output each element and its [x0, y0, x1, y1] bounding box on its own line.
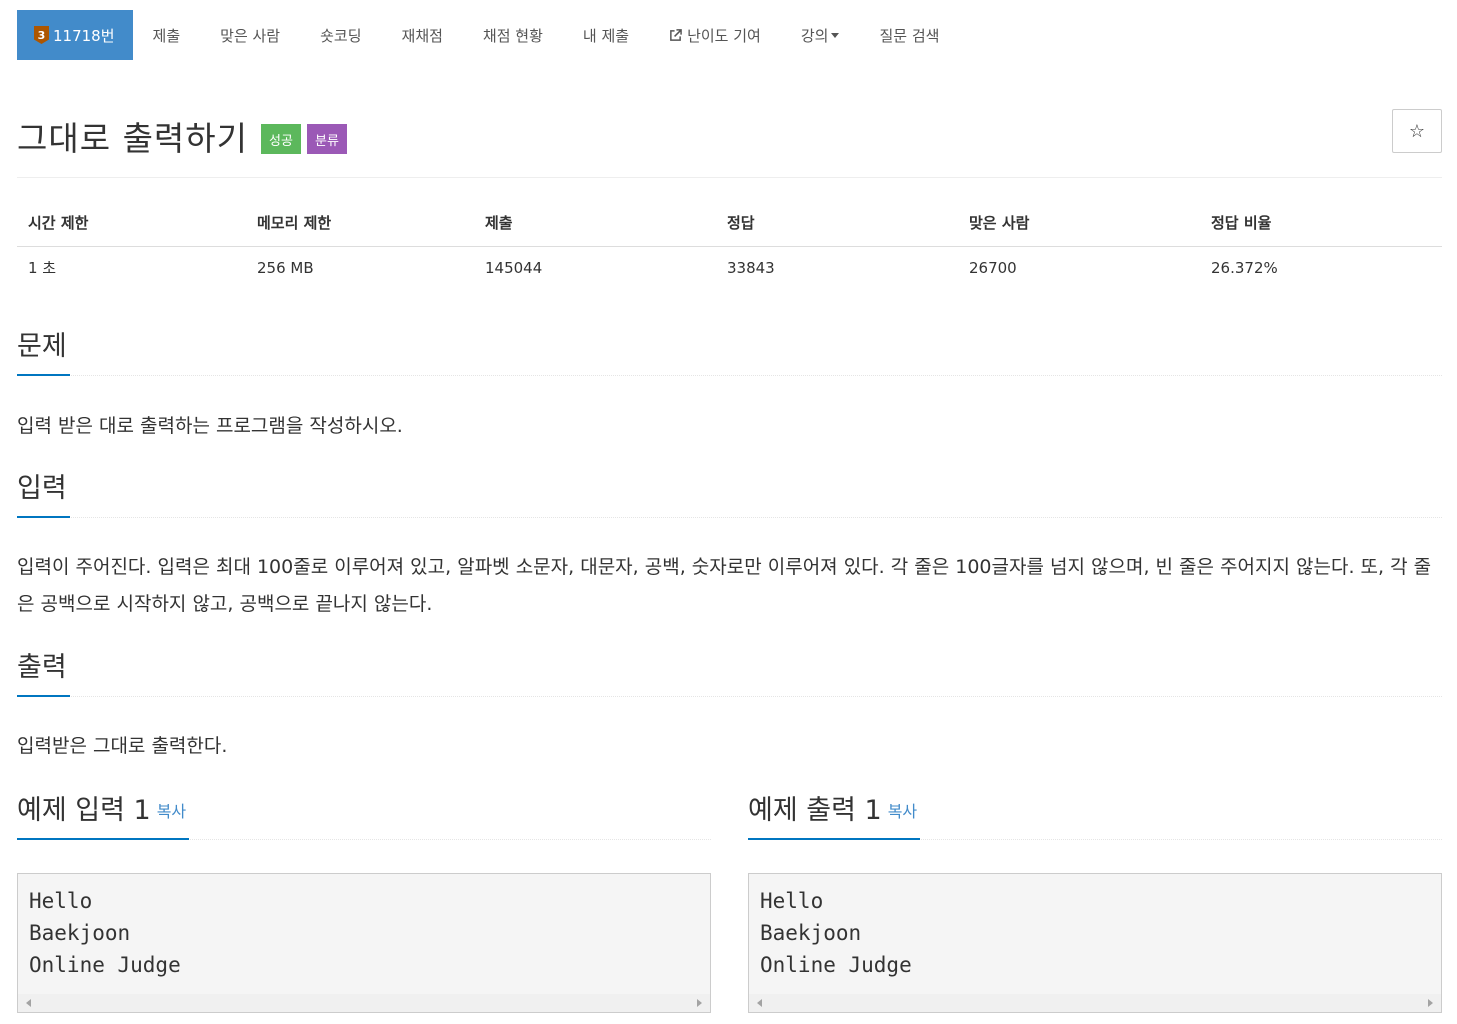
input-heading: 입력	[17, 474, 70, 518]
scroll-right-icon[interactable]	[697, 999, 702, 1007]
column-header: 정답	[716, 200, 958, 247]
column-header: 메모리 제한	[246, 200, 474, 247]
sample-output-heading: 예제 출력 1 복사	[748, 795, 921, 840]
nav-rejudge[interactable]: 재채점	[382, 10, 463, 60]
nav-submit-label: 제출	[152, 26, 181, 45]
solved-users-value: 26700	[969, 258, 1017, 277]
star-button[interactable]: ☆	[1392, 109, 1442, 153]
time-limit-value: 1 초	[28, 259, 57, 278]
problem-description: 입력 받은 대로 출력하는 프로그램을 작성하시오.	[17, 415, 403, 437]
chevron-down-icon	[831, 32, 840, 38]
nav-difficulty-label: 난이도 기여	[687, 26, 761, 45]
column-header: 시간 제한	[17, 200, 246, 247]
nav-difficulty[interactable]: 난이도 기여	[649, 10, 781, 60]
success-badge: 성공	[261, 124, 301, 154]
accept-ratio-value: 26.372%	[1211, 258, 1278, 277]
sample-output-header: 예제 출력 1 복사	[748, 796, 1442, 840]
horizontal-scrollbar[interactable]	[749, 994, 1441, 1012]
nav-lectures-label: 강의	[800, 26, 829, 45]
nav-problem-number[interactable]: 3 11718번	[17, 10, 133, 60]
nav-status-label: 채점 현황	[482, 26, 543, 45]
sample-input-header: 예제 입력 1 복사	[17, 796, 711, 840]
sample-output-title: 예제 출력 1	[748, 795, 882, 826]
problem-section-header: 문제	[17, 332, 1442, 376]
copy-sample-input-link[interactable]: 복사	[157, 802, 186, 821]
output-heading: 출력	[17, 653, 70, 697]
problem-info-table: 시간 제한 메모리 제한 제출 정답 맞은 사람 정답 비율 1 초 256 M…	[17, 200, 1442, 289]
nav-rejudge-label: 재채점	[401, 26, 443, 45]
tier-badge-icon: 3	[34, 26, 49, 44]
nav-problem-number-label: 11718번	[53, 26, 115, 45]
nav-status[interactable]: 채점 현황	[463, 10, 563, 60]
horizontal-scrollbar[interactable]	[18, 994, 710, 1012]
nav-solved-users[interactable]: 맞은 사람	[200, 10, 300, 60]
scroll-right-icon[interactable]	[1428, 999, 1433, 1007]
sample-input-title: 예제 입력 1	[17, 795, 151, 826]
input-section-header: 입력	[17, 474, 1442, 518]
column-header: 맞은 사람	[958, 200, 1200, 247]
table-header-row: 시간 제한 메모리 제한 제출 정답 맞은 사람 정답 비율	[17, 200, 1442, 247]
category-badge[interactable]: 분류	[307, 124, 347, 154]
scroll-left-icon[interactable]	[757, 999, 762, 1007]
problem-nav: 3 11718번 제출 맞은 사람 숏코딩 재채점 채점 현황 내 제출 난이도…	[17, 10, 1442, 60]
nav-submit[interactable]: 제출	[133, 10, 201, 60]
nav-question-search[interactable]: 질문 검색	[859, 10, 959, 60]
nav-my-submissions[interactable]: 내 제출	[563, 10, 649, 60]
page-title: 그대로 출력하기	[17, 119, 249, 158]
external-link-icon	[669, 28, 682, 42]
copy-sample-output-link[interactable]: 복사	[888, 802, 917, 821]
nav-short-coding[interactable]: 숏코딩	[300, 10, 381, 60]
table-row: 1 초 256 MB 145044 33843 26700 26.372%	[17, 246, 1442, 289]
nav-question-search-label: 질문 검색	[879, 26, 940, 45]
sample-input-panel: 예제 입력 1 복사 Hello Baekjoon Online Judge	[17, 796, 711, 1014]
output-description: 입력받은 그대로 출력한다.	[17, 735, 228, 757]
sample-input-content: Hello Baekjoon Online Judge	[29, 889, 181, 977]
star-icon: ☆	[1408, 120, 1426, 142]
submissions-value: 145044	[485, 258, 543, 277]
nav-lectures-dropdown[interactable]: 강의	[781, 10, 860, 60]
scroll-left-icon[interactable]	[26, 999, 31, 1007]
accepted-value: 33843	[727, 258, 775, 277]
nav-short-coding-label: 숏코딩	[320, 26, 362, 45]
memory-limit-value: 256 MB	[257, 258, 314, 277]
column-header: 정답 비율	[1200, 200, 1442, 247]
sample-output-panel: 예제 출력 1 복사 Hello Baekjoon Online Judge	[748, 796, 1442, 1014]
sample-input-heading: 예제 입력 1 복사	[17, 795, 190, 840]
nav-solved-users-label: 맞은 사람	[220, 26, 281, 45]
sample-output-content: Hello Baekjoon Online Judge	[760, 889, 912, 977]
output-section-header: 출력	[17, 653, 1442, 697]
nav-my-submissions-label: 내 제출	[582, 26, 630, 45]
column-header: 제출	[474, 200, 716, 247]
problem-header: 그대로 출력하기 성공 분류 ☆	[17, 108, 1442, 178]
input-description: 입력이 주어진다. 입력은 최대 100줄로 이루어져 있고, 알파벳 소문자,…	[17, 556, 1432, 615]
sample-input-box[interactable]: Hello Baekjoon Online Judge	[17, 873, 711, 1013]
problem-heading: 문제	[17, 332, 70, 376]
sample-output-box[interactable]: Hello Baekjoon Online Judge	[748, 873, 1442, 1013]
